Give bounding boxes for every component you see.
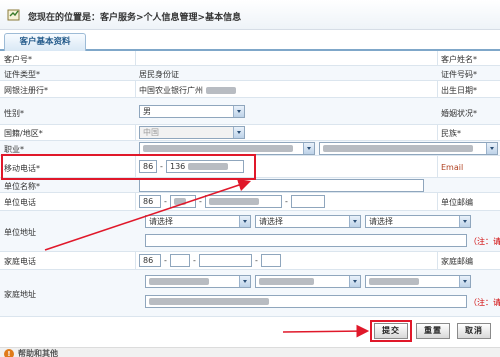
row-work-phone: 单位电话 86 - - - 单位邮编 (0, 193, 500, 211)
chevron-down-icon (239, 276, 250, 287)
chevron-down-icon (349, 216, 360, 227)
row-work-address: 单位地址 请选择 请选择 请选择 （注：请 (0, 211, 500, 252)
redacted-text (323, 145, 473, 152)
home-city-select[interactable] (255, 275, 361, 288)
id-type-value: 居民身份证 (139, 70, 179, 79)
id-no-label: 证件号码* (441, 70, 477, 79)
separator: - (164, 256, 167, 265)
work-post-label: 单位邮编 (441, 198, 473, 207)
chevron-down-icon (239, 216, 250, 227)
home-address-input[interactable] (145, 295, 467, 308)
redacted-text (174, 198, 186, 205)
nationality-label: 国籍/地区* (4, 129, 43, 138)
work-address-label: 单位地址 (4, 228, 36, 237)
nationality-value: 中国 (143, 128, 159, 137)
work-city-select[interactable]: 请选择 (255, 215, 361, 228)
home-phone-cc-input[interactable]: 86 (139, 254, 161, 267)
home-phone-area-input[interactable] (170, 254, 190, 267)
birth-date-label: 出生日期* (441, 86, 477, 95)
mobile-highlight-box (1, 154, 256, 180)
separator: - (164, 197, 167, 206)
location-icon (7, 9, 20, 21)
help-section: ! 帮助和其他 (0, 347, 500, 357)
customer-name-label: 客户姓名* (441, 55, 477, 64)
row-home-phone: 家庭电话 86 - - - 家庭邮编 (0, 252, 500, 270)
help-title: 帮助和其他 (18, 349, 58, 357)
work-address-input[interactable] (145, 234, 467, 247)
id-type-label: 证件类型* (4, 70, 40, 79)
tab-customer-profile[interactable]: 客户基本资料 (4, 33, 86, 51)
home-address-label: 家庭地址 (4, 290, 36, 299)
home-phone-label: 家庭电话 (4, 257, 36, 266)
gender-label: 性别* (4, 109, 24, 118)
location-bar: 您现在的位置是：客户服务>个人信息管理>基本信息 (0, 0, 500, 30)
row-nationality: 国籍/地区* 中国 民族* (0, 125, 500, 141)
redacted-text (149, 278, 209, 285)
row-customer-no: 客户号* 客户姓名* (0, 51, 500, 66)
district-placeholder: 请选择 (369, 217, 393, 226)
arrow-to-submit (282, 324, 370, 338)
company-input[interactable] (139, 179, 424, 192)
reset-button[interactable]: 重置 (416, 323, 450, 339)
work-address-note: （注：请 (469, 237, 500, 246)
redacted-text (369, 278, 419, 285)
redacted-text (149, 298, 269, 305)
chevron-down-icon (486, 143, 497, 154)
row-reg-bank: 网银注册行* 中国农业银行广州 出生日期* (0, 81, 500, 98)
home-district-select[interactable] (365, 275, 471, 288)
home-post-label: 家庭邮编 (441, 257, 473, 266)
company-label: 单位名称* (4, 182, 40, 191)
customer-no-label: 客户号* (4, 55, 32, 64)
gender-value: 男 (143, 107, 151, 116)
work-phone-ext-input[interactable] (291, 195, 325, 208)
home-phone-ext-input[interactable] (261, 254, 281, 267)
separator: - (285, 197, 288, 206)
tab-bar: 客户基本资料 (0, 33, 500, 51)
work-district-select[interactable]: 请选择 (365, 215, 471, 228)
redacted-text (143, 145, 293, 152)
redacted-text (205, 87, 236, 94)
help-icon: ! (4, 349, 14, 357)
city-placeholder: 请选择 (259, 217, 283, 226)
ethnicity-label: 民族* (441, 129, 461, 138)
work-phone-label: 单位电话 (4, 198, 36, 207)
work-phone-area-input[interactable] (170, 195, 196, 208)
province-placeholder: 请选择 (149, 217, 173, 226)
chevron-down-icon (459, 216, 470, 227)
row-company: 单位名称* (0, 178, 500, 193)
email-label: Email (441, 163, 464, 172)
row-gender: 性别* 男 婚姻状况* (0, 98, 500, 125)
chevron-down-icon (233, 127, 244, 138)
nationality-select[interactable]: 中国 (139, 126, 245, 139)
breadcrumb: 您现在的位置是：客户服务>个人信息管理>基本信息 (28, 13, 242, 23)
reg-bank-label: 网银注册行* (4, 86, 48, 95)
separator: - (199, 197, 202, 206)
separator: - (255, 256, 258, 265)
gender-select[interactable]: 男 (139, 105, 245, 118)
chevron-down-icon (303, 143, 314, 154)
submit-button[interactable]: 提交 (374, 323, 408, 339)
cancel-button[interactable]: 取消 (457, 323, 491, 339)
chevron-down-icon (233, 106, 244, 117)
work-phone-cc-input[interactable]: 86 (139, 195, 161, 208)
separator: - (193, 256, 196, 265)
redacted-text (259, 278, 314, 285)
home-address-note: （注：请 (469, 298, 500, 307)
redacted-text (209, 198, 259, 205)
row-home-address: 家庭地址 （注：请 (0, 270, 500, 317)
reg-bank-text: 中国农业银行广州 (139, 86, 203, 95)
marital-label: 婚姻状况* (441, 109, 477, 118)
home-province-select[interactable] (145, 275, 251, 288)
chevron-down-icon (459, 276, 470, 287)
reg-bank-value: 中国农业银行广州 (139, 85, 236, 96)
occupation-detail-select[interactable] (319, 142, 498, 155)
home-phone-number-input[interactable] (199, 254, 252, 267)
chevron-down-icon (349, 276, 360, 287)
work-phone-number-input[interactable] (205, 195, 282, 208)
row-id-type: 证件类型* 居民身份证 证件号码* (0, 66, 500, 81)
work-province-select[interactable]: 请选择 (145, 215, 251, 228)
